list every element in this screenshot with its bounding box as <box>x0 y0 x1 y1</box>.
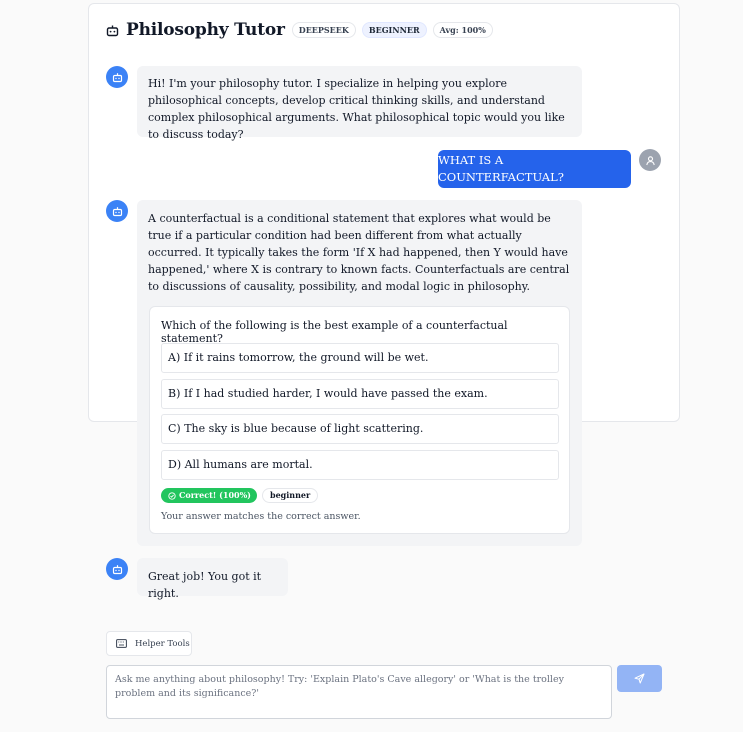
helper-tools-button[interactable]: Helper Tools <box>106 631 192 656</box>
answer-text: A counterfactual is a conditional statem… <box>148 212 570 293</box>
quiz-option-a[interactable]: A) If it rains tomorrow, the ground will… <box>161 343 559 373</box>
difficulty-badge: beginner <box>261 488 319 503</box>
bot-avatar <box>106 200 128 222</box>
quiz-option-b[interactable]: B) If I had studied harder, I would have… <box>161 379 559 409</box>
robot-icon <box>106 24 119 37</box>
send-icon <box>634 673 645 684</box>
correct-badge-label: Correct! (100%) <box>179 490 251 500</box>
bot-message-intro: Hi! I'm your philosophy tutor. I special… <box>137 66 582 141</box>
quiz-card: Which of the following is the best examp… <box>149 306 570 534</box>
robot-icon <box>112 72 122 82</box>
user-icon <box>645 155 655 165</box>
quiz-result: Correct! (100%) beginner <box>161 488 319 503</box>
quiz-option-c[interactable]: C) The sky is blue because of light scat… <box>161 414 559 444</box>
bot-message-followup: Great job! You got it right. <box>137 558 288 600</box>
chat-input[interactable]: Ask me anything about philosophy! Try: '… <box>106 665 612 719</box>
correct-badge: Correct! (100%) <box>161 488 257 503</box>
helper-tools-label: Helper Tools <box>135 638 190 649</box>
user-avatar <box>639 149 661 171</box>
quiz-explanation: Your answer matches the correct answer. <box>161 511 361 522</box>
quiz-option-d[interactable]: D) All humans are mortal. <box>161 450 559 480</box>
user-message: WHAT IS A COUNTERFACTUAL? <box>438 150 631 188</box>
chat-header: Philosophy Tutor DEEPSEEK BEGINNER Avg: … <box>106 18 499 42</box>
robot-icon <box>112 564 122 574</box>
model-badge: DEEPSEEK <box>291 22 356 38</box>
keyboard-icon <box>116 639 127 648</box>
average-score-badge: Avg: 100% <box>432 22 493 38</box>
page-title: Philosophy Tutor <box>126 20 285 40</box>
bot-avatar <box>106 558 128 580</box>
robot-icon <box>112 206 122 216</box>
level-badge: BEGINNER <box>361 22 427 38</box>
quiz-question: Which of the following is the best examp… <box>161 319 508 345</box>
check-circle-icon <box>168 491 176 500</box>
bot-avatar <box>106 66 128 88</box>
send-button[interactable] <box>617 665 662 692</box>
